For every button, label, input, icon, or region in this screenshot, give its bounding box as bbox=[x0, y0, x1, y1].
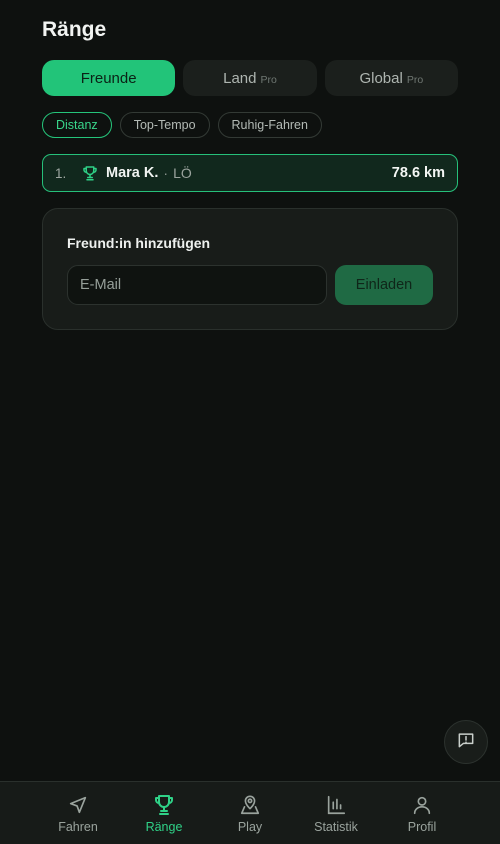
feedback-icon bbox=[456, 730, 476, 755]
email-field[interactable] bbox=[67, 265, 327, 305]
bar-chart-icon bbox=[323, 792, 349, 818]
trophy-icon bbox=[151, 792, 177, 818]
feedback-button[interactable] bbox=[444, 720, 488, 764]
tab-label: Freunde bbox=[80, 69, 137, 87]
scope-tabs: Freunde Land Pro Global Pro bbox=[42, 60, 458, 96]
map-pin-icon bbox=[237, 792, 263, 818]
tab-freunde[interactable]: Freunde bbox=[42, 60, 176, 96]
player-distance: 78.6 km bbox=[391, 165, 445, 181]
page-title: Ränge bbox=[42, 18, 107, 41]
tab-label: Land bbox=[223, 69, 257, 87]
nav-item-statistik[interactable]: Statistik bbox=[293, 782, 379, 844]
nav-label: Profil bbox=[407, 820, 437, 834]
player-city: LÖ bbox=[173, 165, 192, 181]
metric-chips: Distanz Top-Tempo Ruhig-Fahren bbox=[42, 112, 322, 138]
tab-label: Global bbox=[359, 69, 403, 87]
nav-label: Statistik bbox=[314, 820, 358, 834]
nav-item-raenge[interactable]: Ränge bbox=[121, 782, 207, 844]
user-icon bbox=[409, 792, 435, 818]
add-friend-card: Freund:in hinzufügen Einladen bbox=[42, 208, 458, 330]
separator-dot: · bbox=[163, 165, 169, 181]
chip-distanz[interactable]: Distanz bbox=[42, 112, 112, 138]
tab-global[interactable]: Global Pro bbox=[324, 60, 458, 96]
nav-label: Ränge bbox=[145, 820, 183, 834]
player-name: Mara K. bbox=[106, 165, 159, 181]
add-friend-title: Freund:in hinzufügen bbox=[67, 235, 211, 251]
nav-label: Fahren bbox=[58, 820, 98, 834]
bottom-nav: Fahren Ränge Play Statistik Profil bbox=[0, 781, 500, 844]
pro-badge: Pro bbox=[406, 73, 424, 86]
chip-top-tempo[interactable]: Top-Tempo bbox=[119, 112, 210, 138]
chip-ruhig-fahren[interactable]: Ruhig-Fahren bbox=[217, 112, 322, 138]
nav-item-profil[interactable]: Profil bbox=[379, 782, 465, 844]
rank-position: 1. bbox=[55, 165, 67, 181]
nav-item-play[interactable]: Play bbox=[207, 782, 293, 844]
nav-label: Play bbox=[237, 820, 263, 834]
leaderboard-row[interactable]: 1. Mara K. · LÖ 78.6 km bbox=[42, 154, 458, 192]
tab-land[interactable]: Land Pro bbox=[183, 60, 317, 96]
pro-badge: Pro bbox=[260, 73, 277, 86]
trophy-icon bbox=[81, 164, 99, 182]
navigation-arrow-icon bbox=[65, 792, 91, 818]
invite-button[interactable]: Einladen bbox=[335, 265, 433, 305]
nav-item-fahren[interactable]: Fahren bbox=[35, 782, 121, 844]
